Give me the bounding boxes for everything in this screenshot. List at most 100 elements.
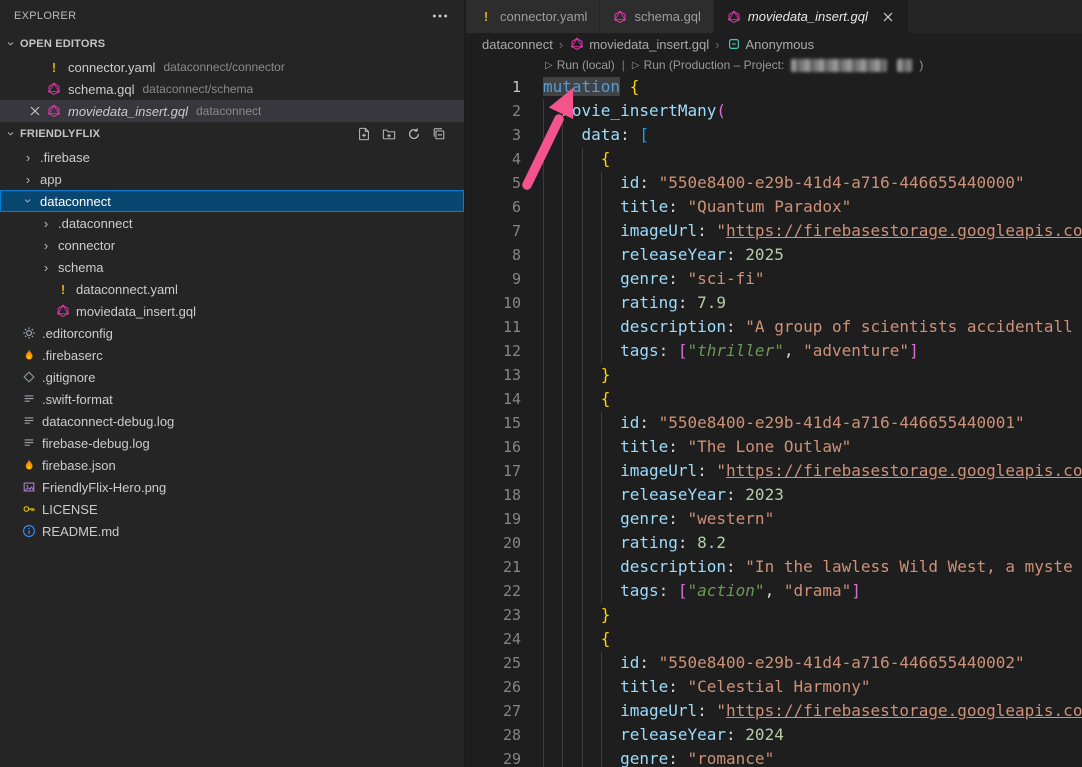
tree-item-license[interactable]: LICENSE (0, 498, 464, 520)
code-line-8[interactable]: 8releaseYear: 2025 (466, 243, 1082, 267)
indent-guide (543, 723, 544, 747)
code-token: "Quantum Paradox" (688, 197, 852, 216)
code-line-26[interactable]: 26title: "Celestial Harmony" (466, 675, 1082, 699)
code-line-13[interactable]: 13} (466, 363, 1082, 387)
code-line-16[interactable]: 16title: "The Lone Outlaw" (466, 435, 1082, 459)
tree-item-dataconnect[interactable]: ›dataconnect (0, 190, 464, 212)
code-line-17[interactable]: 17imageUrl: "https://firebasestorage.goo… (466, 459, 1082, 483)
code-line-3[interactable]: 3data: [ (466, 123, 1082, 147)
code-line-14[interactable]: 14{ (466, 387, 1082, 411)
code-text: rating: 8.2 (543, 531, 726, 555)
indent-guide (543, 171, 544, 195)
tree-item-connector[interactable]: ›connector (0, 234, 464, 256)
tab-connector-yaml[interactable]: !connector.yaml (466, 0, 600, 33)
collapse-all-button[interactable] (430, 125, 448, 143)
code-line-2[interactable]: 2movie_insertMany( (466, 99, 1082, 123)
tab-schema-gql[interactable]: schema.gql (600, 0, 713, 33)
code-line-25[interactable]: 25id: "550e8400-e29b-41d4-a716-446655440… (466, 651, 1082, 675)
refresh-button[interactable] (405, 125, 423, 143)
open-editor-item[interactable]: moviedata_insert.gqldataconnect (0, 100, 464, 122)
indent-guide (562, 339, 563, 363)
code-line-12[interactable]: 12tags: ["thriller", "adventure"] (466, 339, 1082, 363)
indent-guide (543, 483, 544, 507)
tree-item--dataconnect[interactable]: ›.dataconnect (0, 212, 464, 234)
graphql-icon (726, 9, 742, 25)
tree-item-label: dataconnect (40, 194, 111, 209)
code-editor[interactable]: 1mutation {2movie_insertMany(3data: [4{5… (466, 75, 1082, 767)
open-editor-item[interactable]: !connector.yamldataconnect/connector (0, 56, 464, 78)
line-number: 29 (466, 747, 543, 767)
code-line-21[interactable]: 21description: "In the lawless Wild West… (466, 555, 1082, 579)
indent-guide (601, 555, 602, 579)
breadcrumb-item[interactable]: Anonymous (726, 36, 815, 52)
tree-item--swift-format[interactable]: .swift-format (0, 388, 464, 410)
code-line-5[interactable]: 5id: "550e8400-e29b-41d4-a716-4466554400… (466, 171, 1082, 195)
code-line-6[interactable]: 6title: "Quantum Paradox" (466, 195, 1082, 219)
indent-guide (562, 291, 563, 315)
close-icon[interactable] (27, 103, 43, 119)
code-token: : (668, 749, 687, 767)
indent-guide (582, 459, 583, 483)
tab-moviedata-insert-gql[interactable]: moviedata_insert.gql (714, 0, 909, 33)
tree-item-dataconnect-debug-log[interactable]: dataconnect-debug.log (0, 410, 464, 432)
indent-guide (582, 603, 583, 627)
code-line-23[interactable]: 23} (466, 603, 1082, 627)
indent-guide (543, 531, 544, 555)
code-line-4[interactable]: 4{ (466, 147, 1082, 171)
code-text: id: "550e8400-e29b-41d4-a716-44665544000… (543, 171, 1025, 195)
open-editors-header[interactable]: › OPEN EDITORS (0, 32, 464, 56)
code-token: data (582, 125, 621, 144)
tree-item--gitignore[interactable]: .gitignore (0, 366, 464, 388)
code-line-9[interactable]: 9genre: "sci-fi" (466, 267, 1082, 291)
tree-item-firebase-json[interactable]: firebase.json (0, 454, 464, 476)
code-line-28[interactable]: 28releaseYear: 2024 (466, 723, 1082, 747)
indent-guide (601, 579, 602, 603)
code-token: "550e8400-e29b-41d4-a716-446655440002" (659, 653, 1025, 672)
code-token: " (716, 461, 726, 480)
tree-item-app[interactable]: ›app (0, 168, 464, 190)
project-section-header[interactable]: › FRIENDLYFLIX (0, 122, 464, 146)
code-token: "550e8400-e29b-41d4-a716-446655440001" (659, 413, 1025, 432)
code-line-15[interactable]: 15id: "550e8400-e29b-41d4-a716-446655440… (466, 411, 1082, 435)
open-editor-label: schema.gql (68, 82, 134, 97)
run-local-link[interactable]: ▷ Run (local) (545, 58, 615, 72)
tree-item--firebase[interactable]: ›.firebase (0, 146, 464, 168)
code-line-24[interactable]: 24{ (466, 627, 1082, 651)
tree-item-firebase-debug-log[interactable]: firebase-debug.log (0, 432, 464, 454)
indent-guide (562, 147, 563, 171)
breadcrumb-item[interactable]: moviedata_insert.gql (569, 36, 709, 52)
close-icon[interactable] (880, 9, 896, 25)
code-line-27[interactable]: 27imageUrl: "https://firebasestorage.goo… (466, 699, 1082, 723)
code-token: https://firebasestorage.googleapis.co (726, 461, 1082, 480)
more-actions-icon[interactable] (430, 6, 450, 26)
tree-item--firebaserc[interactable]: .firebaserc (0, 344, 464, 366)
tree-item-label: moviedata_insert.gql (76, 304, 196, 319)
indent-guide (543, 315, 544, 339)
run-production-close-paren: ) (919, 58, 923, 72)
tree-item-friendlyflix-hero-png[interactable]: FriendlyFlix-Hero.png (0, 476, 464, 498)
code-line-1[interactable]: 1mutation { (466, 75, 1082, 99)
tree-item--editorconfig[interactable]: .editorconfig (0, 322, 464, 344)
indent-guide (582, 651, 583, 675)
tree-item-schema[interactable]: ›schema (0, 256, 464, 278)
new-file-button[interactable] (355, 125, 373, 143)
new-folder-button[interactable] (380, 125, 398, 143)
run-production-link[interactable]: ▷ Run (Production – Project: ) (632, 58, 923, 72)
indent-guide (601, 315, 602, 339)
tree-item-readme-md[interactable]: README.md (0, 520, 464, 542)
breadcrumb-item[interactable]: dataconnect (482, 37, 553, 52)
code-line-19[interactable]: 19genre: "western" (466, 507, 1082, 531)
chevron-right-icon: › (21, 172, 35, 187)
code-token: id (620, 173, 639, 192)
code-line-18[interactable]: 18releaseYear: 2023 (466, 483, 1082, 507)
code-line-10[interactable]: 10rating: 7.9 (466, 291, 1082, 315)
code-line-11[interactable]: 11description: "A group of scientists ac… (466, 315, 1082, 339)
code-line-20[interactable]: 20rating: 8.2 (466, 531, 1082, 555)
code-line-22[interactable]: 22tags: ["action", "drama"] (466, 579, 1082, 603)
tree-item-dataconnect-yaml[interactable]: !dataconnect.yaml (0, 278, 464, 300)
code-line-7[interactable]: 7imageUrl: "https://firebasestorage.goog… (466, 219, 1082, 243)
indent-guide (562, 507, 563, 531)
tree-item-moviedata-insert-gql[interactable]: moviedata_insert.gql (0, 300, 464, 322)
open-editor-item[interactable]: schema.gqldataconnect/schema (0, 78, 464, 100)
code-line-29[interactable]: 29genre: "romance" (466, 747, 1082, 767)
